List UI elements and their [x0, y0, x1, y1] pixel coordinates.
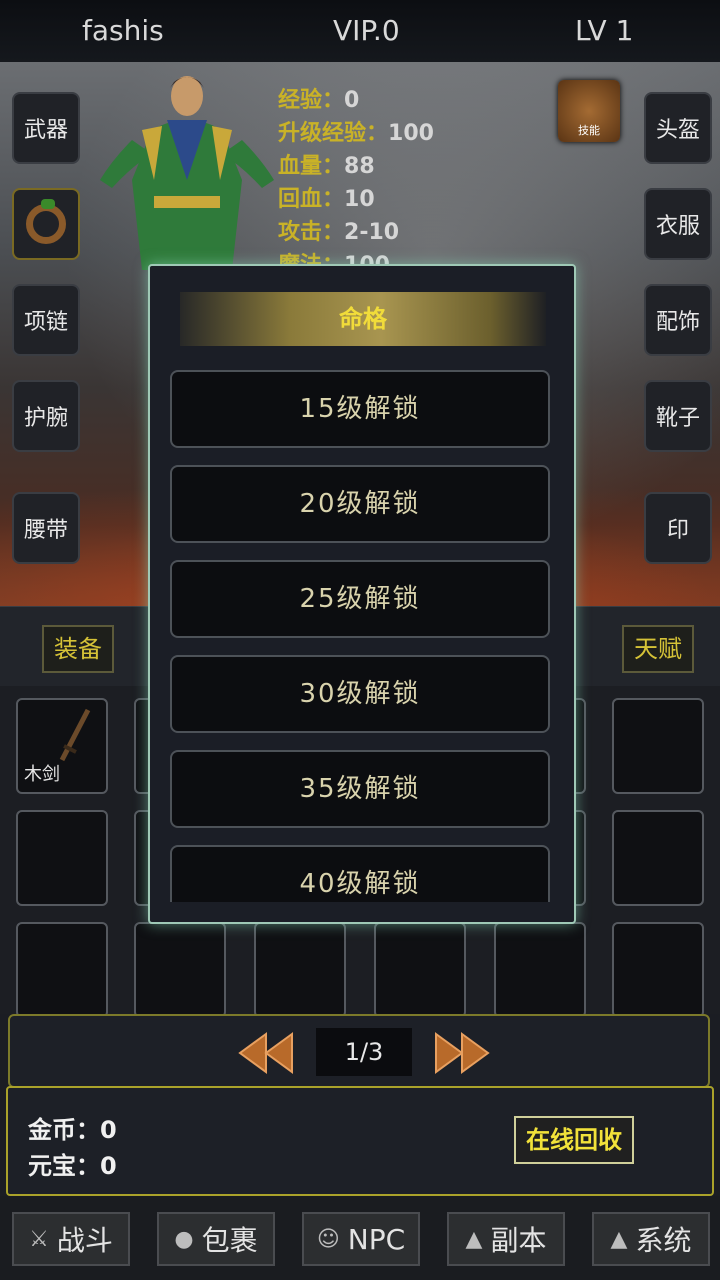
modal-header: 命格	[180, 292, 546, 346]
inventory-slot[interactable]	[612, 698, 704, 794]
bottom-nav: ⚔ 战斗 ● 包裹 ☺ NPC ▲ 副本 ▲ 系统	[0, 1196, 720, 1280]
previous-page-icon[interactable]	[238, 1032, 294, 1074]
stat-regen: 回血：10	[278, 187, 375, 212]
inventory-slot[interactable]	[134, 922, 226, 1018]
inventory-slot[interactable]	[254, 922, 346, 1018]
dungeon-icon: ▲	[465, 1226, 483, 1252]
modal-title: 命格	[339, 305, 387, 333]
player-name: fashis	[82, 14, 164, 47]
fate-modal: 命格 15级解锁 20级解锁 25级解锁 30级解锁 35级解锁 40级解锁	[148, 264, 576, 924]
currency-panel: 金币：0 元宝：0 在线回收	[6, 1086, 714, 1196]
unlock-item-35[interactable]: 35级解锁	[170, 750, 550, 828]
ring-icon	[26, 199, 66, 244]
tab-talent[interactable]: 天赋	[622, 625, 694, 673]
character-figure	[100, 76, 274, 270]
unlock-item-40[interactable]: 40级解锁	[170, 845, 550, 902]
crossed-swords-icon: ⚔	[29, 1226, 49, 1252]
page-indicator: 1/3	[316, 1028, 412, 1076]
item-label: 木剑	[24, 764, 60, 785]
slot-ring[interactable]	[12, 188, 80, 260]
online-recycle-button[interactable]: 在线回收	[514, 1116, 634, 1164]
next-page-icon[interactable]	[434, 1032, 490, 1074]
nav-system[interactable]: ▲ 系统	[592, 1212, 710, 1266]
stat-levelup-exp: 升级经验：100	[278, 121, 434, 146]
unlock-item-20[interactable]: 20级解锁	[170, 465, 550, 543]
nav-battle[interactable]: ⚔ 战斗	[12, 1212, 130, 1266]
stats-list: 经验：0 升级经验：100 血量：88 回血：10 攻击：2-10 魔法：100	[278, 84, 434, 282]
slot-helmet[interactable]: 头盔	[644, 92, 712, 164]
ingot-row: 元宝：0	[28, 1152, 117, 1180]
system-icon: ▲	[610, 1226, 628, 1252]
inventory-slot[interactable]	[494, 922, 586, 1018]
inventory-slot[interactable]	[16, 810, 108, 906]
stat-hp: 血量：88	[278, 154, 375, 179]
nav-npc[interactable]: ☺ NPC	[302, 1212, 420, 1266]
player-level: LV 1	[575, 14, 634, 47]
top-bar: fashis VIP.0 LV 1	[0, 0, 720, 63]
slot-belt[interactable]: 腰带	[12, 492, 80, 564]
inventory-slot[interactable]	[374, 922, 466, 1018]
skill-book-icon[interactable]: 技能	[558, 80, 620, 142]
tab-equipment[interactable]: 装备	[42, 625, 114, 673]
pagination-bar: 1/3	[8, 1014, 710, 1088]
vip-level[interactable]: VIP.0	[333, 14, 400, 47]
slot-bracer[interactable]: 护腕	[12, 380, 80, 452]
slot-accessory[interactable]: 配饰	[644, 284, 712, 356]
npc-icon: ☺	[316, 1226, 340, 1252]
inventory-slot[interactable]: 木剑	[16, 698, 108, 794]
unlock-item-15[interactable]: 15级解锁	[170, 370, 550, 448]
unlock-item-25[interactable]: 25级解锁	[170, 560, 550, 638]
slot-boots[interactable]: 靴子	[644, 380, 712, 452]
stat-exp: 经验：0	[278, 88, 360, 113]
slot-weapon[interactable]: 武器	[12, 92, 80, 164]
unlock-item-30[interactable]: 30级解锁	[170, 655, 550, 733]
wooden-sword-icon	[59, 708, 91, 762]
gold-row: 金币：0	[28, 1116, 117, 1144]
bag-icon: ●	[174, 1226, 194, 1252]
inventory-slot[interactable]	[16, 922, 108, 1018]
nav-dungeon[interactable]: ▲ 副本	[447, 1212, 565, 1266]
slot-seal[interactable]: 印	[644, 492, 712, 564]
slot-necklace[interactable]: 项链	[12, 284, 80, 356]
nav-bag[interactable]: ● 包裹	[157, 1212, 275, 1266]
slot-armor[interactable]: 衣服	[644, 188, 712, 260]
stat-attack: 攻击：2-10	[278, 220, 400, 245]
unlock-list[interactable]: 15级解锁 20级解锁 25级解锁 30级解锁 35级解锁 40级解锁	[170, 370, 550, 902]
inventory-slot[interactable]	[612, 922, 704, 1018]
inventory-slot[interactable]	[612, 810, 704, 906]
